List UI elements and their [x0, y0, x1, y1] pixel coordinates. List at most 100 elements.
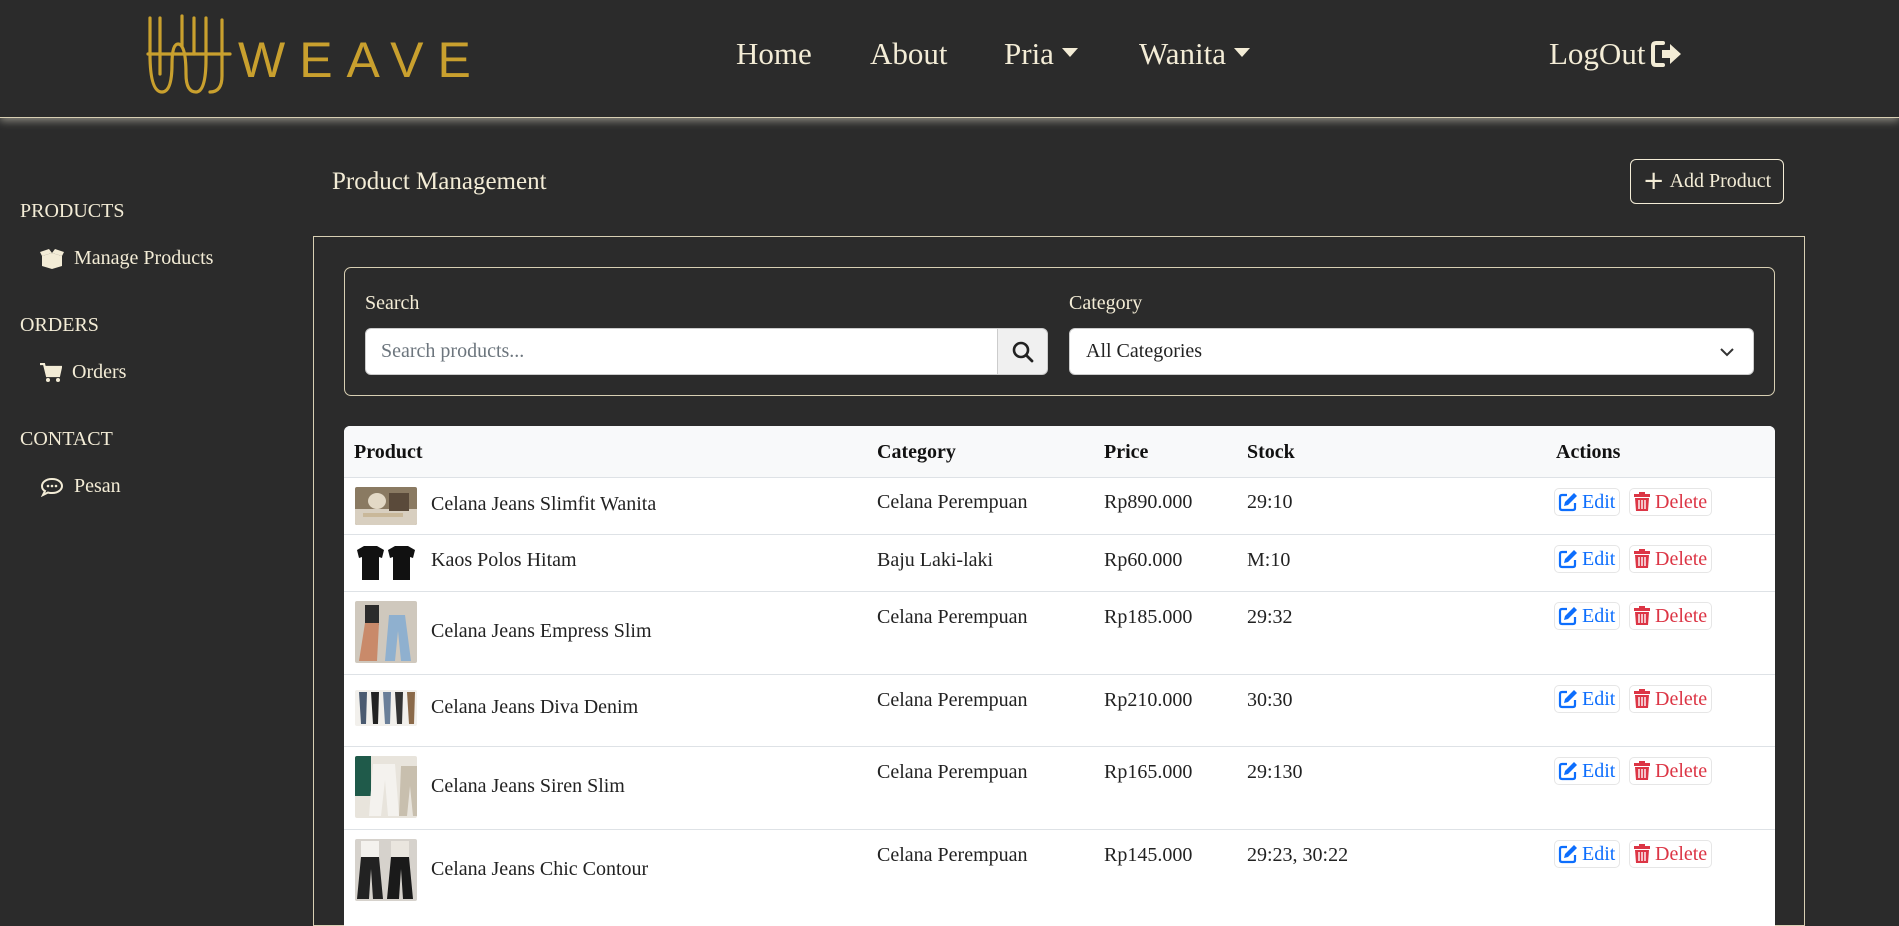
search-input[interactable]: Search products...: [365, 328, 998, 375]
delete-label: Delete: [1655, 547, 1708, 570]
product-stock: 29:10: [1247, 491, 1293, 513]
delete-button[interactable]: Delete: [1629, 602, 1713, 630]
brand-name: WEAVE: [238, 32, 485, 88]
sidebar-item-orders[interactable]: Orders: [40, 361, 126, 384]
edit-button[interactable]: Edit: [1554, 757, 1621, 785]
product-category: Celana Perempuan: [877, 491, 1028, 513]
product-stock: 29:23, 30:22: [1247, 844, 1349, 866]
sidebar-heading-contact: CONTACT: [20, 428, 113, 450]
sidebar-item-manage-products[interactable]: Manage Products: [40, 247, 213, 270]
header-product: Product: [354, 441, 423, 463]
edit-icon: [1558, 845, 1577, 864]
sidebar-heading-orders: ORDERS: [20, 314, 99, 336]
delete-label: Delete: [1655, 687, 1708, 710]
edit-icon: [1558, 550, 1577, 569]
nav-about-link[interactable]: About: [870, 36, 948, 72]
product-price: Rp210.000: [1104, 689, 1193, 711]
nav-wanita-label: Wanita: [1139, 36, 1227, 71]
product-category: Baju Laki-laki: [877, 549, 994, 571]
edit-label: Edit: [1582, 759, 1616, 782]
nav-wanita-dropdown[interactable]: Wanita: [1139, 36, 1251, 72]
boxes-icon: [40, 248, 64, 269]
product-thumbnail: [355, 601, 417, 663]
product-name: Celana Jeans Slimfit Wanita: [431, 493, 657, 515]
delete-button[interactable]: Delete: [1629, 685, 1713, 713]
header-price: Price: [1104, 441, 1149, 463]
header-stock: Stock: [1247, 441, 1295, 463]
product-category: Celana Perempuan: [877, 606, 1028, 628]
trash-icon: [1634, 549, 1650, 568]
edit-icon: [1558, 493, 1577, 512]
brand-logo[interactable]: WEAVE: [146, 14, 485, 98]
logout-button[interactable]: LogOut: [1549, 36, 1683, 72]
table-row: Celana Jeans Slimfit Wanita Celana Perem…: [344, 477, 1775, 535]
cart-icon: [40, 362, 62, 382]
edit-icon: [1558, 690, 1577, 709]
logout-label: LogOut: [1549, 36, 1646, 71]
product-category: Celana Perempuan: [877, 761, 1028, 783]
category-label: Category: [1069, 292, 1143, 314]
add-product-button[interactable]: + Add Product: [1630, 159, 1784, 204]
edit-button[interactable]: Edit: [1554, 685, 1621, 713]
nav-home-link[interactable]: Home: [736, 36, 812, 72]
table-row: Celana Jeans Chic Contour Celana Perempu…: [344, 829, 1775, 926]
product-name: Celana Jeans Chic Contour: [431, 858, 649, 880]
chevron-down-icon: [1720, 348, 1734, 357]
delete-label: Delete: [1655, 759, 1708, 782]
edit-button[interactable]: Edit: [1554, 840, 1621, 868]
trash-icon: [1634, 689, 1650, 708]
product-stock: 29:32: [1247, 606, 1293, 628]
table-row: Kaos Polos Hitam Baju Laki-laki Rp60.000…: [344, 534, 1775, 592]
trash-icon: [1634, 606, 1650, 625]
category-select[interactable]: All Categories: [1069, 328, 1754, 375]
page-title: Product Management: [332, 168, 547, 195]
sidebar-item-label: Orders: [72, 361, 127, 383]
product-price: Rp890.000: [1104, 491, 1193, 513]
chat-icon: [40, 477, 64, 497]
table-row: Celana Jeans Siren Slim Celana Perempuan…: [344, 746, 1775, 830]
product-category: Celana Perempuan: [877, 844, 1028, 866]
nav-pria-label: Pria: [1004, 36, 1054, 71]
product-name: Celana Jeans Empress Slim: [431, 620, 652, 642]
nav-pria-dropdown[interactable]: Pria: [1004, 36, 1078, 72]
product-category: Celana Perempuan: [877, 689, 1028, 711]
product-price: Rp145.000: [1104, 844, 1193, 866]
edit-button[interactable]: Edit: [1554, 602, 1621, 630]
delete-button[interactable]: Delete: [1629, 545, 1713, 573]
product-name: Celana Jeans Diva Denim: [431, 696, 639, 718]
edit-label: Edit: [1582, 842, 1616, 865]
product-name: Celana Jeans Siren Slim: [431, 775, 625, 797]
delete-label: Delete: [1655, 604, 1708, 627]
sidebar-heading-products: PRODUCTS: [20, 200, 125, 222]
delete-button[interactable]: Delete: [1629, 488, 1713, 516]
product-thumbnail: [355, 690, 417, 726]
edit-label: Edit: [1582, 490, 1616, 513]
delete-label: Delete: [1655, 842, 1708, 865]
add-product-label: Add Product: [1669, 170, 1772, 192]
top-navbar: WEAVE Home About Pria Wanita LogOut: [0, 0, 1899, 118]
search-label: Search: [365, 292, 420, 314]
product-stock: 29:130: [1247, 761, 1303, 783]
product-stock: M:10: [1247, 549, 1291, 571]
search-icon: [1012, 341, 1033, 362]
delete-button[interactable]: Delete: [1629, 757, 1713, 785]
weave-logo-icon: [146, 14, 232, 94]
product-stock: 30:30: [1247, 689, 1293, 711]
product-thumbnail: [355, 756, 417, 818]
sidebar-item-label: Manage Products: [74, 247, 214, 269]
edit-label: Edit: [1582, 547, 1616, 570]
category-selected-value: All Categories: [1086, 340, 1203, 362]
edit-icon: [1558, 762, 1577, 781]
product-thumbnail: [355, 544, 417, 582]
sidebar-item-pesan[interactable]: Pesan: [40, 475, 121, 498]
search-placeholder: Search products...: [381, 340, 525, 362]
caret-down-icon: [1234, 48, 1251, 58]
edit-label: Edit: [1582, 687, 1616, 710]
delete-label: Delete: [1655, 490, 1708, 513]
edit-button[interactable]: Edit: [1554, 545, 1621, 573]
caret-down-icon: [1061, 48, 1078, 58]
delete-button[interactable]: Delete: [1629, 840, 1713, 868]
sidebar-item-label: Pesan: [74, 475, 121, 497]
search-button[interactable]: [997, 328, 1048, 375]
edit-button[interactable]: Edit: [1554, 488, 1621, 516]
